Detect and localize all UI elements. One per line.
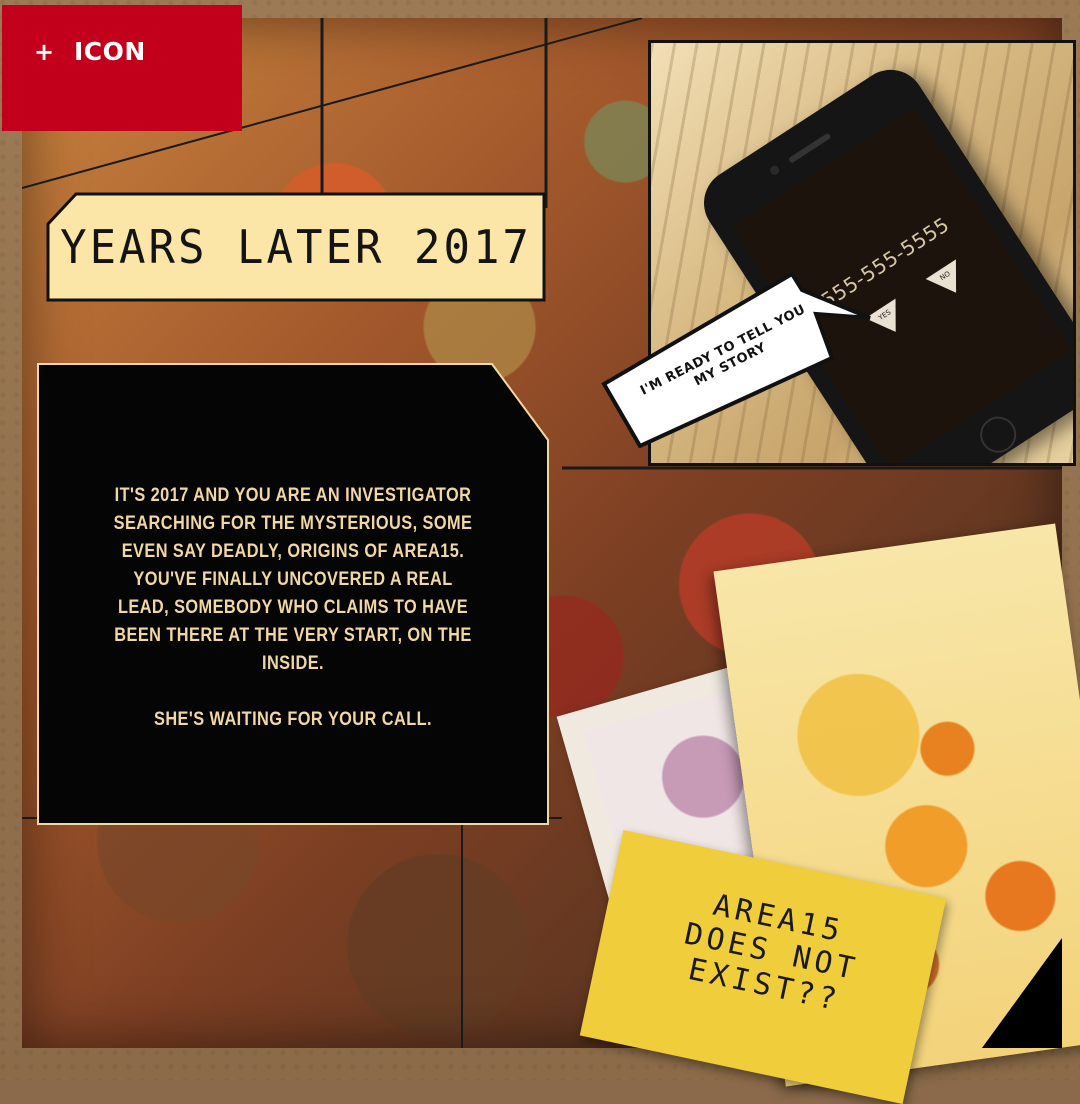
no-button[interactable]: NO bbox=[924, 258, 975, 307]
icon-button[interactable]: + ICON bbox=[2, 5, 242, 131]
icon-button-label: ICON bbox=[74, 37, 146, 66]
speech-bubble: I'M READY TO TELL YOU MY STORY bbox=[600, 258, 880, 448]
page-title: YEARS LATER 2017 bbox=[60, 220, 532, 274]
comic-page: + ICON YEARS LATER 2017 IT'S 2017 AND YOU… bbox=[0, 0, 1080, 1104]
plus-icon: + bbox=[34, 38, 55, 66]
sticky-note-text: AREA15 DOES NOT EXIST?? bbox=[633, 875, 909, 1029]
corner-shadow bbox=[982, 938, 1062, 1048]
camera-dot bbox=[768, 164, 781, 177]
story-paragraph-1: IT'S 2017 AND YOU ARE AN INVESTIGATOR SE… bbox=[113, 485, 473, 674]
story-panel: IT'S 2017 AND YOU ARE AN INVESTIGATOR SE… bbox=[36, 362, 550, 826]
home-button bbox=[973, 409, 1024, 460]
title-caption: YEARS LATER 2017 bbox=[46, 192, 546, 302]
speaker-slot bbox=[787, 132, 832, 164]
story-paragraph-2: SHE'S WAITING FOR YOUR CALL. bbox=[154, 709, 432, 730]
story-text: IT'S 2017 AND YOU ARE AN INVESTIGATOR SE… bbox=[106, 482, 479, 762]
